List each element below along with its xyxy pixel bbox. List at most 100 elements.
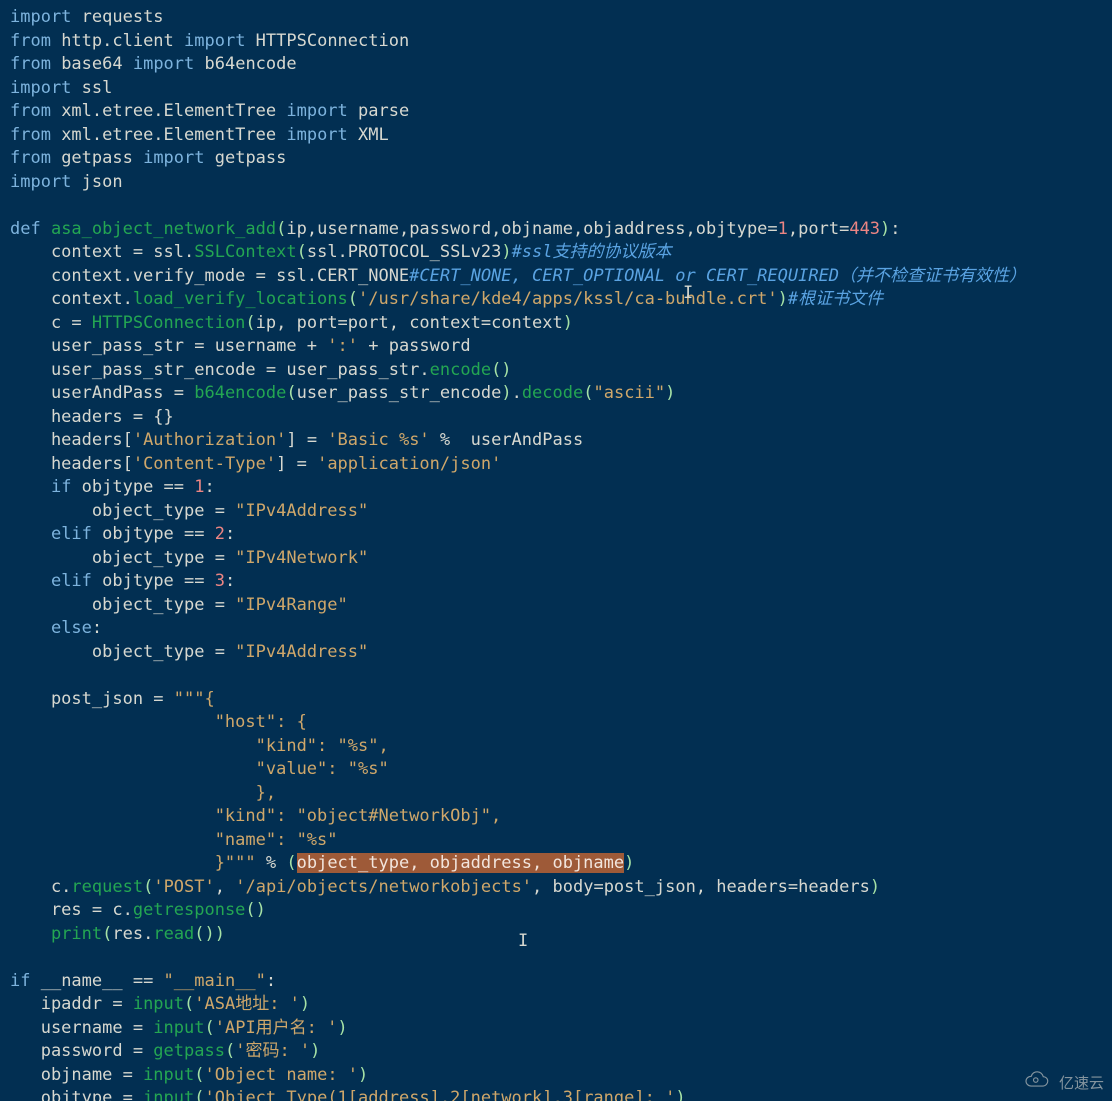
code-token: encode [430, 360, 491, 380]
code-token: getresponse [133, 900, 246, 920]
code-token: from [10, 125, 51, 145]
code-token: ( [276, 219, 286, 239]
code-token: json [71, 172, 122, 192]
code-token: 1 [778, 219, 788, 239]
code-token: "host": { [10, 712, 307, 732]
code-token: ( [225, 1041, 235, 1061]
code-token: password = [10, 1041, 153, 1061]
code-token: asa_object_network_add [51, 219, 276, 239]
code-token: XML [348, 125, 389, 145]
code-token: 443 [849, 219, 880, 239]
code-token: ssl.PROTOCOL_SSLv23 [307, 242, 501, 262]
code-token: context. [10, 289, 133, 309]
code-token: import [10, 172, 71, 192]
code-token: ) [870, 877, 880, 897]
code-token: () [491, 360, 511, 380]
code-token: ] = [276, 454, 317, 474]
code-token [10, 924, 51, 944]
code-token: xml.etree.ElementTree [51, 125, 286, 145]
code-token: '/usr/share/kde4/apps/kssl/ca-bundle.crt… [358, 289, 778, 309]
code-token: ':' [327, 336, 358, 356]
code-token: "__main__" [164, 971, 266, 991]
code-token: ) [880, 219, 890, 239]
code-token: ( [194, 1088, 204, 1101]
code-token: : [225, 571, 235, 591]
code-token: import [10, 78, 71, 98]
code-token: elif [51, 571, 92, 591]
code-token: objtype = [10, 1088, 143, 1101]
code-token: "IPv4Address" [235, 642, 368, 662]
code-token: ( [245, 313, 255, 333]
code-token: : [205, 477, 215, 497]
code-token: ( [184, 994, 194, 1014]
code-token: getpass [153, 1041, 225, 1061]
code-token: object_type, objaddress, objname [297, 853, 625, 873]
code-token: "IPv4Range" [235, 595, 348, 615]
code-token: ip, port=port, context=context [256, 313, 563, 333]
code-token [10, 477, 51, 497]
code-token: ( [286, 383, 296, 403]
code-token: ipaddr = [10, 994, 133, 1014]
code-token: 'ASA地址: ' [194, 994, 300, 1014]
code-token: ( [194, 1065, 204, 1085]
code-token: ) [624, 853, 634, 873]
code-token: context = ssl. [10, 242, 194, 262]
code-token: . [512, 383, 522, 403]
code-token: ] = [286, 430, 327, 450]
code-token: "IPv4Address" [235, 501, 368, 521]
code-token: HTTPSConnection [92, 313, 246, 333]
code-token: ( [583, 383, 593, 403]
code-token: "ascii" [593, 383, 665, 403]
code-token: getpass [205, 148, 287, 168]
code-token: headers[ [10, 454, 133, 474]
code-token: """{ [174, 689, 215, 709]
code-token: requests [71, 7, 163, 27]
code-token: user_pass_str = username + [10, 336, 327, 356]
code-token: : [890, 219, 900, 239]
code-token: headers = {} [10, 407, 174, 427]
code-token: parse [348, 101, 409, 121]
code-token: HTTPSConnection [245, 31, 409, 51]
code-token: object_type = [10, 642, 235, 662]
code-token: ip,username,password,objname,objaddress,… [286, 219, 777, 239]
code-token: from [10, 148, 51, 168]
code-token: ) [665, 383, 675, 403]
code-token [10, 524, 51, 544]
code-token: objname = [10, 1065, 143, 1085]
code-token: res. [112, 924, 153, 944]
code-token: user_pass_str_encode [297, 383, 502, 403]
code-token: 'POST' [153, 877, 214, 897]
code-token: http.client [51, 31, 184, 51]
code-token: ( [204, 1018, 214, 1038]
code-token: xml.etree.ElementTree [51, 101, 286, 121]
code-token: import [143, 148, 204, 168]
code-token: res = c. [10, 900, 133, 920]
code-token: 'Content-Type' [133, 454, 276, 474]
code-token: 'Authorization' [133, 430, 287, 450]
code-token: SSLContext [194, 242, 296, 262]
code-token: print [51, 924, 102, 944]
code-token: import [10, 7, 71, 27]
code-token: ) [215, 924, 225, 944]
code-token: 3 [215, 571, 225, 591]
code-token: request [71, 877, 143, 897]
code-token: () [245, 900, 265, 920]
code-token: objtype == [92, 571, 215, 591]
code-token: def [10, 219, 51, 239]
code-token: input [153, 1018, 204, 1038]
code-token: __name__ == [30, 971, 163, 991]
code-token: if [51, 477, 71, 497]
code-token: getpass [51, 148, 143, 168]
code-token [10, 618, 51, 638]
code-token: userAndPass = [10, 383, 194, 403]
code-token: import [133, 54, 194, 74]
code-token: : [266, 971, 276, 991]
code-token: "kind": "object#NetworkObj", [10, 806, 501, 826]
code-token: read [153, 924, 194, 944]
code-token: }, [10, 783, 276, 803]
code-token: ssl [71, 78, 112, 98]
code-token: + password [358, 336, 471, 356]
code-token: input [143, 1088, 194, 1101]
code-token: import [286, 125, 347, 145]
code-token: input [143, 1065, 194, 1085]
